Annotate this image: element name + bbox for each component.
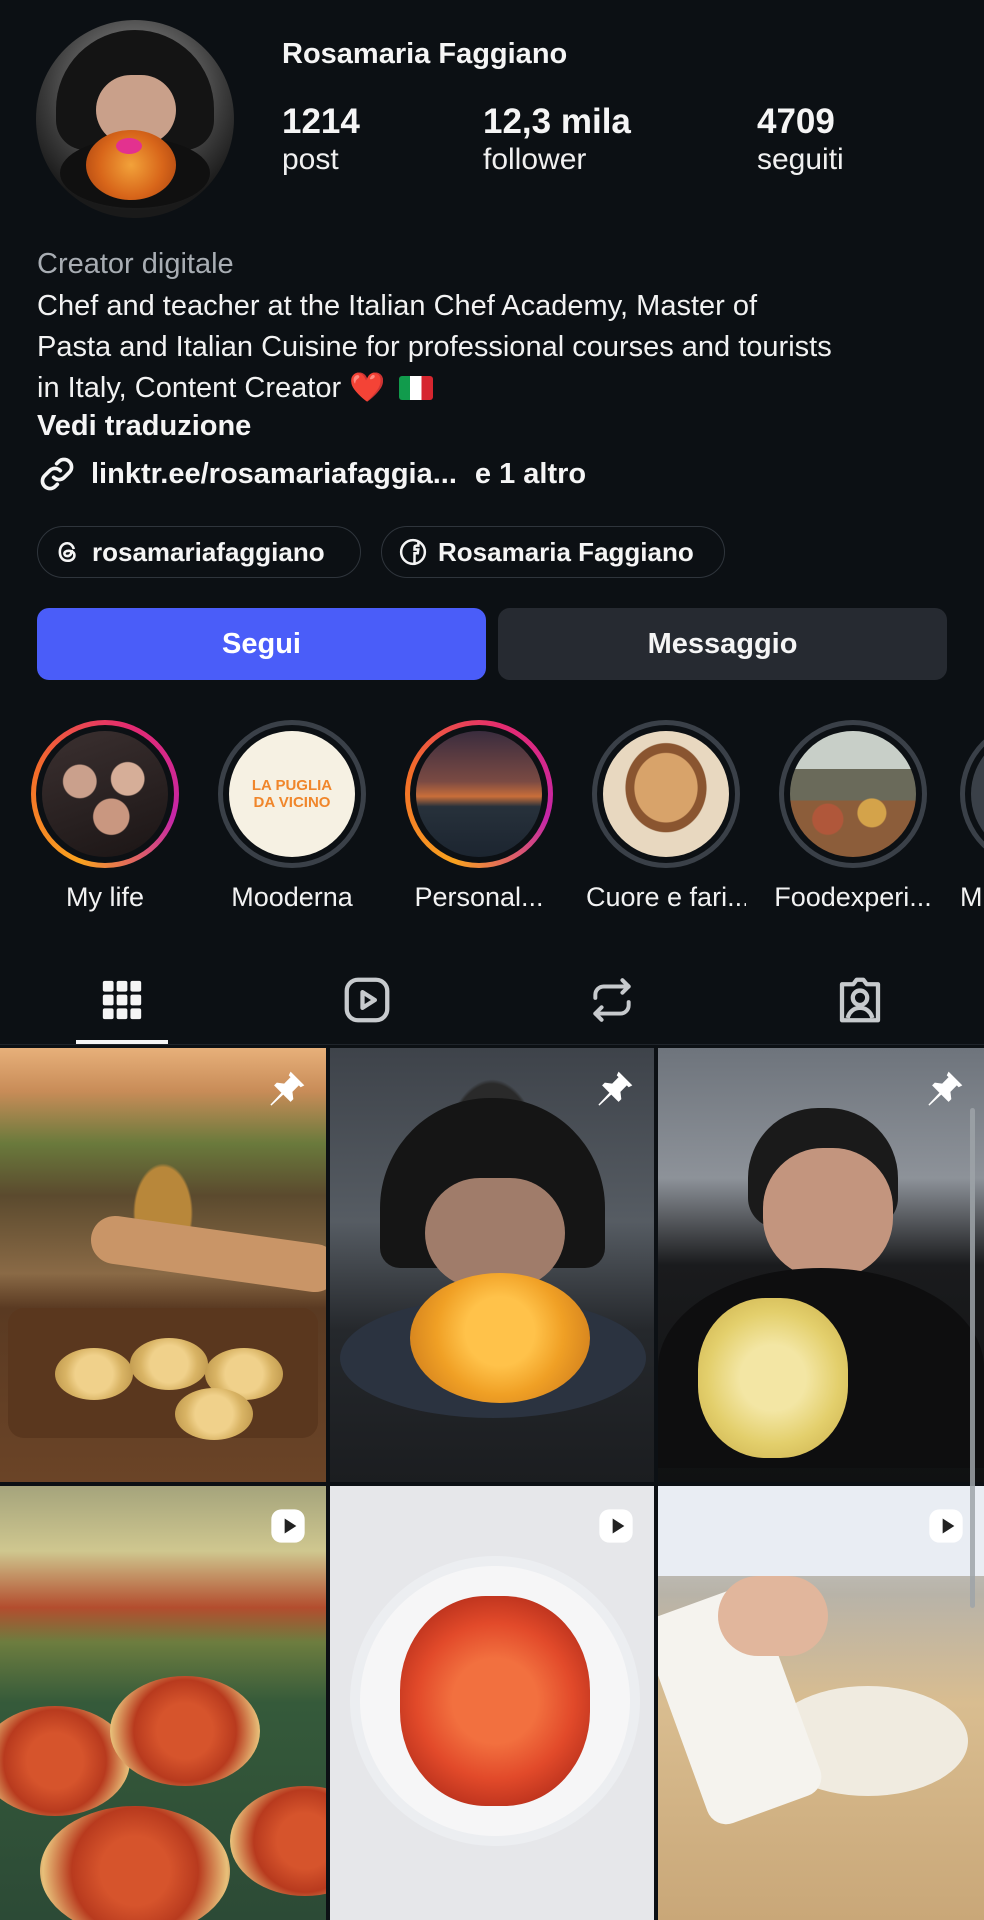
heart-emoji: ❤️ [349,372,386,404]
tabs-divider [0,1044,984,1045]
post-tile[interactable] [330,1048,654,1482]
photo-pasta [400,1596,590,1806]
highlight-ring [31,720,179,868]
italy-flag-icon [399,376,434,400]
post-tile[interactable] [0,1048,326,1482]
stat-followers[interactable]: 12,3 mila follower [483,102,631,178]
highlight-label: Foodexperi... [774,882,932,912]
stat-posts-value: 1214 [282,102,360,141]
bio-line-1: Chef and teacher at the Italian Chef Aca… [37,290,758,322]
bio-line-3-text: in Italy, Content Creator [37,372,342,404]
logo-line-2: DA VICINO [253,794,331,811]
link-icon [40,457,74,491]
tagged-icon [839,977,881,1023]
photo-pasta [410,1273,590,1403]
stat-followers-value: 12,3 mila [483,102,631,141]
avatar-flower [116,138,142,154]
stat-following-label: seguiti [757,143,844,176]
post-tile[interactable] [0,1486,326,1920]
pin-icon [928,1071,963,1106]
facebook-chip[interactable]: Rosamaria Faggiano [381,526,725,578]
pin-icon [270,1071,305,1106]
photo-hand [718,1576,828,1656]
highlight-foodexperience[interactable]: Foodexperi... [773,720,933,913]
post-tile[interactable] [658,1486,984,1920]
highlight-cover [971,731,984,857]
highlight-label: Cuore e fari... [586,882,746,912]
highlight-ring [960,720,984,868]
tab-tagged[interactable] [800,955,920,1045]
bio-link-text: linktr.ee/rosamariafaggia... [91,457,457,490]
highlight-ring [405,720,553,868]
la-puglia-logo: LA PUGLIA DA VICINO [252,777,332,811]
highlight-cover [42,731,168,857]
grid-icon [102,980,142,1020]
highlight-ring: LA PUGLIA DA VICINO [218,720,366,868]
highlight-label: My life [65,882,144,912]
stat-followers-label: follower [483,143,587,176]
scrollbar[interactable] [970,1108,975,1608]
threads-handle: rosamariafaggiano [92,536,325,567]
reel-icon [271,1509,305,1543]
highlight-my-life[interactable]: My life [25,720,185,913]
repost-icon [593,978,631,1022]
highlight-ring [779,720,927,868]
bio-line-3: in Italy, Content Creator ❤️ [37,368,957,409]
profile-tabs [0,955,984,1045]
highlight-personal[interactable]: Personal... [399,720,559,913]
profile-bio: Chef and teacher at the Italian Chef Aca… [37,286,957,409]
post-tile[interactable] [658,1048,984,1482]
threads-chip[interactable]: rosamariafaggiano [37,526,361,578]
pasta-nest [130,1338,208,1390]
see-translation-link[interactable]: Vedi traduzione [37,410,251,443]
pin-icon [598,1071,633,1106]
photo-face [763,1148,893,1278]
follow-button[interactable]: Segui [37,608,486,680]
pasta-nest [175,1388,253,1440]
eggplant-dish [230,1786,326,1896]
highlight-ring [592,720,740,868]
tab-reels[interactable] [307,955,427,1045]
photo-face [425,1178,565,1288]
reels-icon [344,977,390,1023]
stat-following[interactable]: 4709 seguiti [757,102,844,178]
profile-avatar[interactable] [36,20,234,218]
facebook-name: Rosamaria Faggiano [438,536,694,567]
highlight-cover [603,731,729,857]
threads-icon [58,541,76,563]
bio-link-more: e 1 altro [474,457,587,490]
rolling-pin [87,1212,326,1296]
stat-posts-label: post [282,143,339,176]
highlight-partial[interactable]: M [960,720,984,913]
photo-pasta [698,1298,848,1458]
highlight-cuore[interactable]: Cuore e fari... [586,720,746,913]
highlight-label: Mooderna [231,882,353,912]
post-tile[interactable] [330,1486,654,1920]
eggplant-dish [40,1806,230,1920]
highlight-label: Personal... [414,882,544,912]
highlight-cover [416,731,542,857]
profile-name: Rosamaria Faggiano [282,38,568,70]
reel-icon [929,1509,963,1543]
highlight-label: M [960,882,983,912]
message-button[interactable]: Messaggio [498,608,947,680]
highlight-cover: LA PUGLIA DA VICINO [229,731,355,857]
highlight-mooderna[interactable]: LA PUGLIA DA VICINO Mooderna [212,720,372,913]
tab-grid[interactable] [62,955,182,1045]
bio-link[interactable]: linktr.ee/rosamariafaggia... e 1 altro [37,452,586,496]
tab-reposts[interactable] [552,955,672,1045]
highlight-cover [790,731,916,857]
reel-icon [599,1509,633,1543]
facebook-icon [399,538,427,566]
eggplant-dish [110,1676,260,1786]
stat-following-value: 4709 [757,102,835,141]
bio-line-2: Pasta and Italian Cuisine for profession… [37,331,832,363]
pasta-nest [55,1348,133,1400]
stat-posts[interactable]: 1214 post [282,102,360,178]
logo-line-1: LA PUGLIA [251,777,333,794]
profile-category: Creator digitale [37,248,234,280]
